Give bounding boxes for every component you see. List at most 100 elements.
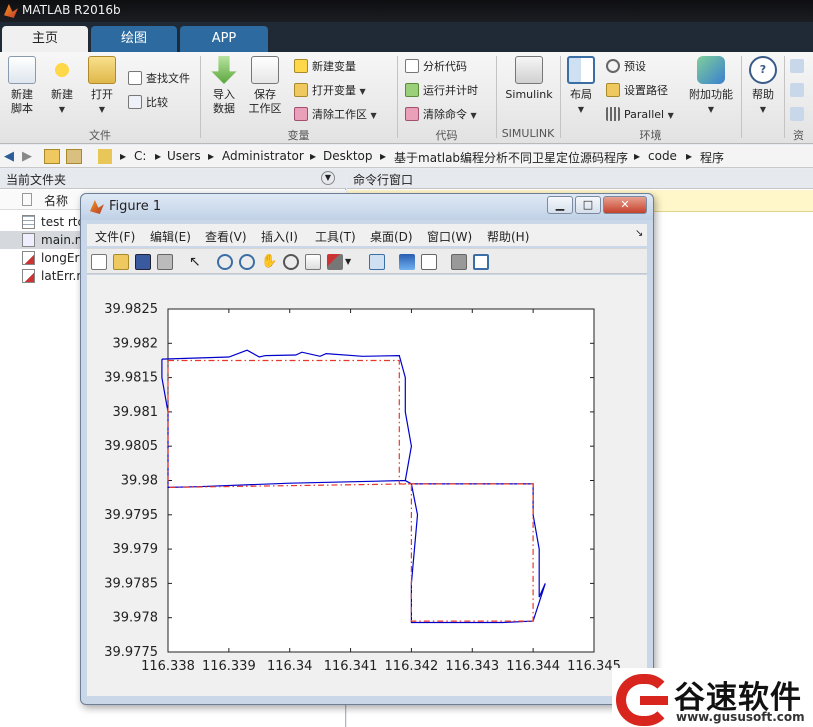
file-type-icon: [22, 193, 32, 206]
new-button[interactable]: 新建 ▼: [46, 56, 78, 117]
pan-hand-icon[interactable]: ✋: [261, 254, 277, 270]
parallel-button[interactable]: Parallel ▼: [606, 106, 674, 124]
gps-track-chart[interactable]: 116.338 116.339 116.34 116.341 116.342 116.34…: [87, 275, 647, 696]
import-arrow-icon: [211, 56, 237, 84]
tab-home[interactable]: 主页: [2, 26, 88, 52]
menu-edit[interactable]: 编辑(E): [150, 228, 191, 245]
breadcrumb-program[interactable]: 程序: [700, 149, 724, 166]
legend-icon[interactable]: [421, 254, 437, 270]
eraser-icon: [405, 107, 419, 121]
colorbar-icon[interactable]: [399, 254, 415, 270]
clear-workspace-button[interactable]: 清除工作区 ▼: [294, 106, 377, 124]
parallel-label: Parallel: [624, 108, 665, 121]
figure-toolbar: ↖ ✋ ▼: [87, 248, 647, 274]
section-label-resources: 资: [793, 129, 804, 142]
rotate-3d-icon[interactable]: [283, 254, 299, 270]
set-path-button[interactable]: 设置路径: [606, 82, 668, 100]
analyze-code-button[interactable]: 分析代码: [405, 58, 467, 76]
menu-help[interactable]: 帮助(H): [487, 228, 529, 245]
edit-plot-arrow-icon[interactable]: ↖: [189, 254, 205, 270]
hide-plot-tools-icon[interactable]: [451, 254, 467, 270]
chevron-down-icon: ▼: [707, 105, 715, 114]
section-divider: [397, 56, 398, 138]
open-file-icon[interactable]: [113, 254, 129, 270]
find-files-icon: [128, 71, 142, 85]
forward-arrow-icon[interactable]: ▶: [22, 149, 32, 164]
section-label-code: 代码: [435, 129, 458, 142]
clear-commands-button[interactable]: 清除命令 ▼: [405, 106, 477, 124]
gear-icon: [606, 59, 620, 73]
tab-apps[interactable]: APP: [180, 26, 268, 52]
breadcrumb-separator-icon: ▸: [208, 149, 215, 163]
breadcrumb-separator-icon: ▸: [310, 149, 317, 163]
dock-arrow-icon[interactable]: ↘: [635, 228, 643, 239]
command-window-title: 命令行窗口: [353, 173, 414, 187]
find-files-button[interactable]: 查找文件: [128, 70, 190, 88]
folder-icon: [98, 149, 112, 164]
help-button[interactable]: ? 帮助 ▼: [746, 56, 780, 117]
link-plot-icon[interactable]: [369, 254, 385, 270]
column-name[interactable]: 名称: [44, 192, 68, 209]
open-variable-label: 打开变量: [312, 84, 356, 97]
save-icon[interactable]: [135, 254, 151, 270]
new-script-button[interactable]: 新建 脚本: [4, 56, 40, 116]
open-variable-button[interactable]: 打开变量 ▼: [294, 82, 366, 100]
run-and-time-button[interactable]: 运行并计时: [405, 82, 478, 100]
new-variable-label: 新建变量: [312, 60, 356, 73]
menu-window[interactable]: 窗口(W): [427, 228, 472, 245]
figure-title-bar[interactable]: Figure 1 ▁ □ ✕: [81, 194, 653, 220]
open-button[interactable]: 打开 ▼: [86, 56, 118, 117]
chevron-down-icon: ▼: [667, 111, 674, 120]
simulink-button[interactable]: Simulink: [502, 56, 556, 102]
print-icon[interactable]: [157, 254, 173, 270]
x-tick-label: 116.342: [385, 659, 439, 674]
breadcrumb-code[interactable]: code: [648, 149, 677, 163]
menu-insert[interactable]: 插入(I): [261, 228, 298, 245]
new-variable-button[interactable]: 新建变量: [294, 58, 356, 76]
up-folder-icon[interactable]: [44, 149, 60, 164]
close-button[interactable]: ✕: [603, 196, 647, 214]
breadcrumb-users[interactable]: Users: [167, 149, 201, 163]
save-workspace-button[interactable]: 保存 工作区: [246, 56, 284, 116]
new-script-label: 新建 脚本: [11, 88, 33, 115]
new-script-icon: [8, 56, 36, 84]
breadcrumb-drive[interactable]: C:: [134, 149, 146, 163]
data-cursor-icon[interactable]: [305, 254, 321, 270]
y-tick-label: 39.9825: [104, 302, 158, 317]
breadcrumb-project-folder[interactable]: 基于matlab编程分析不同卫星定位源码程序: [394, 149, 628, 166]
back-arrow-icon[interactable]: ◀: [4, 149, 14, 164]
support-icon: [790, 83, 804, 97]
request-support-icon[interactable]: [790, 82, 808, 100]
menu-tools[interactable]: 工具(T): [315, 228, 356, 245]
community-icon[interactable]: [790, 58, 808, 76]
brush-icon[interactable]: [327, 254, 343, 270]
section-label-file: 文件: [89, 129, 111, 142]
section-label-environment: 环境: [639, 129, 662, 142]
show-plot-tools-icon[interactable]: [473, 254, 489, 270]
tab-plots[interactable]: 绘图: [91, 26, 177, 52]
zoom-in-icon[interactable]: [217, 254, 233, 270]
compare-button[interactable]: 比较: [128, 94, 168, 112]
panel-actions-icon[interactable]: ▼: [321, 171, 335, 185]
import-data-button[interactable]: 导入 数据: [206, 56, 242, 116]
breadcrumb-administrator[interactable]: Administrator: [222, 149, 304, 163]
layout-icon: [567, 56, 595, 84]
y-tick-label: 39.98: [121, 474, 158, 489]
chevron-down-icon[interactable]: ▼: [345, 254, 361, 270]
menu-view[interactable]: 查看(V): [205, 228, 247, 245]
minimize-button[interactable]: ▁: [547, 196, 573, 214]
save-workspace-label: 保存 工作区: [248, 88, 282, 115]
menu-file[interactable]: 文件(F): [95, 228, 135, 245]
addons-button[interactable]: 附加功能 ▼: [688, 56, 734, 117]
breadcrumb-desktop[interactable]: Desktop: [323, 149, 373, 163]
preferences-button[interactable]: 预设: [606, 58, 646, 76]
maximize-button[interactable]: □: [575, 196, 601, 214]
gususoft-logo-icon: [616, 674, 672, 726]
learn-matlab-icon[interactable]: [790, 106, 808, 124]
zoom-out-icon[interactable]: [239, 254, 255, 270]
new-figure-icon[interactable]: [91, 254, 107, 270]
layout-button[interactable]: 布局 ▼: [564, 56, 598, 117]
new-label: 新建: [51, 88, 73, 101]
browse-folder-icon[interactable]: [66, 149, 82, 164]
menu-desktop[interactable]: 桌面(D): [370, 228, 413, 245]
